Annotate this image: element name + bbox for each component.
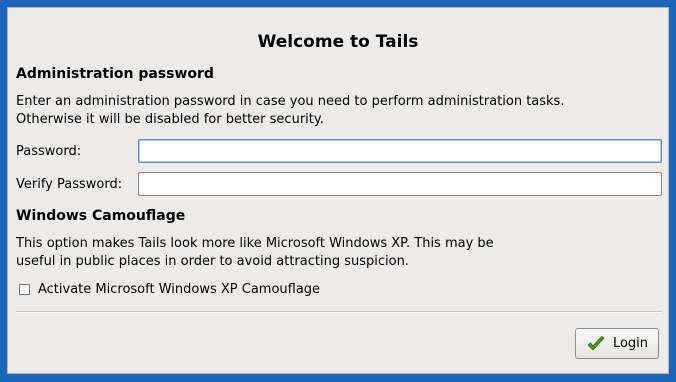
windows-camouflage-heading: Windows Camouflage	[16, 208, 186, 224]
dialog-title: Welcome to Tails	[257, 32, 419, 52]
admin-password-heading: Administration password	[16, 66, 214, 82]
footer-separator	[16, 311, 662, 313]
password-label: Password:	[16, 144, 82, 159]
desktop-background: Welcome to Tails Administration password…	[0, 0, 676, 382]
login-button[interactable]: Login	[575, 328, 659, 359]
admin-description-line2: Otherwise it will be disabled for better…	[16, 112, 324, 127]
camouflage-description-line2: useful in public places in order to avoi…	[16, 254, 409, 269]
admin-description-line1: Enter an administration password in case…	[16, 94, 565, 109]
verify-password-input[interactable]	[138, 172, 662, 196]
login-button-label: Login	[612, 336, 649, 351]
camouflage-checkbox-row[interactable]: Activate Microsoft Windows XP Camouflage	[19, 282, 320, 297]
camouflage-description-line1: This option makes Tails look more like M…	[16, 236, 494, 251]
camouflage-checkbox[interactable]	[19, 284, 30, 295]
welcome-dialog: Welcome to Tails Administration password…	[7, 7, 669, 374]
camouflage-checkbox-label[interactable]: Activate Microsoft Windows XP Camouflage	[38, 282, 320, 297]
password-input[interactable]	[138, 139, 662, 163]
check-icon	[586, 334, 606, 354]
verify-password-label: Verify Password:	[16, 177, 123, 192]
